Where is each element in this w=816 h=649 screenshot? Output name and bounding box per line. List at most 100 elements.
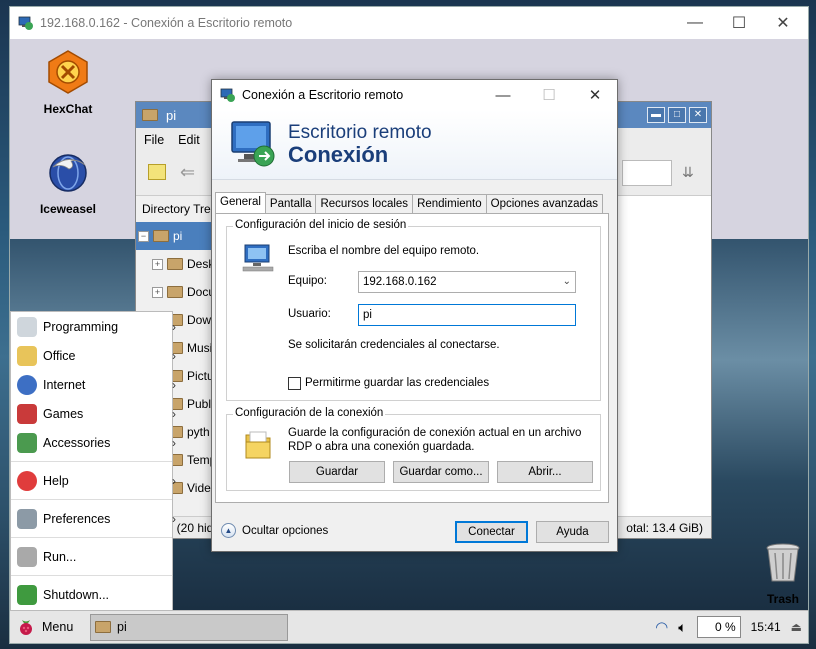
connection-settings-legend: Configuración de la conexión bbox=[233, 407, 386, 419]
expand-icon[interactable]: + bbox=[152, 286, 163, 298]
help-button[interactable]: Ayuda bbox=[536, 521, 609, 543]
menu-item-programming[interactable]: Programming › bbox=[11, 312, 176, 341]
menu-item-shutdown[interactable]: Shutdown... bbox=[11, 580, 172, 609]
taskbar-task-pi[interactable]: pi bbox=[90, 613, 288, 641]
iceweasel-label: Iceweasel bbox=[39, 202, 97, 216]
connection-description-line2: RDP o abra una conexión guardada. bbox=[288, 441, 475, 453]
folder-icon bbox=[167, 286, 183, 298]
run-gears-icon bbox=[17, 546, 37, 567]
tab-recursos-locales[interactable]: Recursos locales bbox=[315, 194, 414, 213]
system-tray: ◠ 🔈︎ 0 % 15:41 ⏏︎ bbox=[655, 616, 808, 638]
file-manager-title: pi bbox=[166, 107, 177, 123]
desktop-icon-hexchat[interactable]: HexChat bbox=[33, 49, 103, 116]
iceweasel-icon bbox=[49, 154, 87, 192]
taskbar-task-label: pi bbox=[117, 620, 127, 634]
save-credentials-checkbox[interactable] bbox=[288, 377, 301, 390]
login-settings-group: Configuración del inicio de sesión Escri… bbox=[226, 219, 601, 401]
desktop-icon-iceweasel[interactable]: Iceweasel bbox=[33, 149, 103, 216]
back-icon[interactable]: ⇐ bbox=[180, 162, 195, 183]
banner-title-line2: Conexión bbox=[288, 142, 389, 167]
user-label: Usuario: bbox=[288, 308, 331, 320]
dialog-banner: Escritorio remoto Conexión bbox=[212, 110, 617, 180]
submenu-arrow-icon: › bbox=[172, 406, 176, 421]
menu-separator bbox=[11, 499, 172, 500]
chevron-down-icon[interactable]: ⌄ bbox=[563, 272, 571, 292]
minimize-icon: — bbox=[687, 14, 703, 31]
collapse-icon[interactable]: − bbox=[138, 230, 149, 242]
close-icon: ✕ bbox=[776, 15, 790, 32]
save-credentials-label[interactable]: Permitirme guardar las credenciales bbox=[305, 377, 489, 389]
new-folder-icon[interactable] bbox=[148, 164, 166, 180]
fm-maximize-icon[interactable]: □ bbox=[668, 107, 686, 123]
folder-icon bbox=[167, 258, 183, 270]
menu-separator bbox=[11, 575, 172, 576]
maximize-icon: ☐ bbox=[731, 15, 747, 32]
general-tab-panel: Configuración del inicio de sesión Escri… bbox=[215, 213, 609, 503]
menu-edit[interactable]: Edit bbox=[178, 133, 200, 147]
connect-button[interactable]: Conectar bbox=[455, 521, 528, 543]
volume-icon[interactable]: 🔈︎ bbox=[678, 619, 686, 636]
user-input[interactable]: pi bbox=[358, 304, 576, 326]
connection-settings-group: Configuración de la conexión Guarde la c… bbox=[226, 407, 601, 491]
credentials-note: Se solicitarán credenciales al conectars… bbox=[288, 339, 500, 351]
dialog-minimize-button[interactable]: — bbox=[480, 80, 526, 110]
menu-item-internet[interactable]: Internet › bbox=[11, 370, 176, 399]
path-input[interactable] bbox=[622, 160, 672, 186]
shutdown-icon bbox=[17, 584, 37, 605]
fm-close-icon[interactable]: ✕ bbox=[689, 107, 707, 123]
minimize-icon: — bbox=[495, 86, 511, 104]
menu-separator bbox=[11, 461, 172, 462]
clock: 15:41 bbox=[750, 620, 781, 634]
hide-options-toggle[interactable]: ▲ Ocultar opciones bbox=[221, 523, 328, 538]
status-total: otal: 13.4 GiB) bbox=[626, 520, 703, 535]
trash-icon bbox=[766, 543, 800, 582]
dialog-tabs: General Pantalla Recursos locales Rendim… bbox=[215, 192, 604, 213]
close-button[interactable]: ✕ bbox=[760, 7, 806, 39]
expand-icon[interactable]: + bbox=[152, 258, 163, 270]
remote-desktop-title: 192.168.0.162 - Conexión a Escritorio re… bbox=[40, 16, 293, 30]
computer-value: 192.168.0.162 bbox=[363, 276, 437, 288]
rdp-connection-dialog: Conexión a Escritorio remoto — ☐ ✕ Escri… bbox=[211, 79, 618, 552]
cpu-usage: 0 % bbox=[696, 616, 741, 638]
submenu-arrow-icon: › bbox=[172, 473, 176, 488]
trash-label: Trash bbox=[766, 592, 799, 606]
remote-desktop-monitor-icon bbox=[231, 121, 275, 167]
save-button[interactable]: Guardar bbox=[289, 461, 385, 483]
dialog-title: Conexión a Escritorio remoto bbox=[242, 88, 404, 102]
tab-general[interactable]: General bbox=[215, 192, 266, 213]
tab-rendimiento[interactable]: Rendimiento bbox=[412, 194, 487, 213]
computer-combobox[interactable]: 192.168.0.162 ⌄ bbox=[358, 271, 576, 293]
tab-opciones-avanzadas[interactable]: Opciones avanzadas bbox=[485, 194, 604, 213]
minimize-button[interactable]: — bbox=[672, 7, 718, 39]
menu-item-office[interactable]: Office › bbox=[11, 341, 176, 370]
remote-desktop-app-icon bbox=[18, 16, 33, 30]
taskbar-menu-button[interactable]: Menu bbox=[12, 614, 74, 641]
tab-pantalla[interactable]: Pantalla bbox=[264, 194, 317, 213]
dialog-close-button[interactable]: ✕ bbox=[572, 80, 618, 110]
wifi-icon[interactable]: ◠ bbox=[655, 618, 668, 636]
submenu-arrow-icon: › bbox=[172, 348, 176, 363]
menu-item-help[interactable]: Help › bbox=[11, 466, 176, 495]
go-icon[interactable]: ⇊ bbox=[682, 164, 694, 181]
user-value: pi bbox=[363, 309, 372, 321]
menu-item-accessories[interactable]: Accessories › bbox=[11, 428, 176, 457]
computer-icon bbox=[242, 244, 274, 272]
submenu-arrow-icon: › bbox=[172, 511, 176, 526]
home-folder-icon bbox=[153, 230, 169, 242]
login-settings-legend: Configuración del inicio de sesión bbox=[233, 219, 409, 231]
office-icon bbox=[17, 345, 37, 366]
close-icon: ✕ bbox=[588, 87, 602, 104]
menu-item-games[interactable]: Games › bbox=[11, 399, 176, 428]
save-as-button[interactable]: Guardar como... bbox=[393, 461, 489, 483]
menu-item-run[interactable]: Run... bbox=[11, 542, 172, 571]
desktop-icon-trash[interactable]: Trash bbox=[748, 539, 808, 606]
menu-file[interactable]: File bbox=[144, 133, 164, 147]
internet-icon bbox=[17, 374, 37, 395]
menu-item-preferences[interactable]: Preferences › bbox=[11, 504, 176, 533]
taskbar: Menu pi ◠ 🔈︎ 0 % 15:41 ⏏︎ bbox=[10, 610, 808, 643]
accessories-icon bbox=[17, 432, 37, 453]
maximize-button[interactable]: ☐ bbox=[716, 7, 762, 39]
fm-minimize-icon[interactable]: ▬ bbox=[647, 107, 665, 123]
open-button[interactable]: Abrir... bbox=[497, 461, 593, 483]
eject-icon[interactable]: ⏏︎ bbox=[791, 620, 802, 634]
